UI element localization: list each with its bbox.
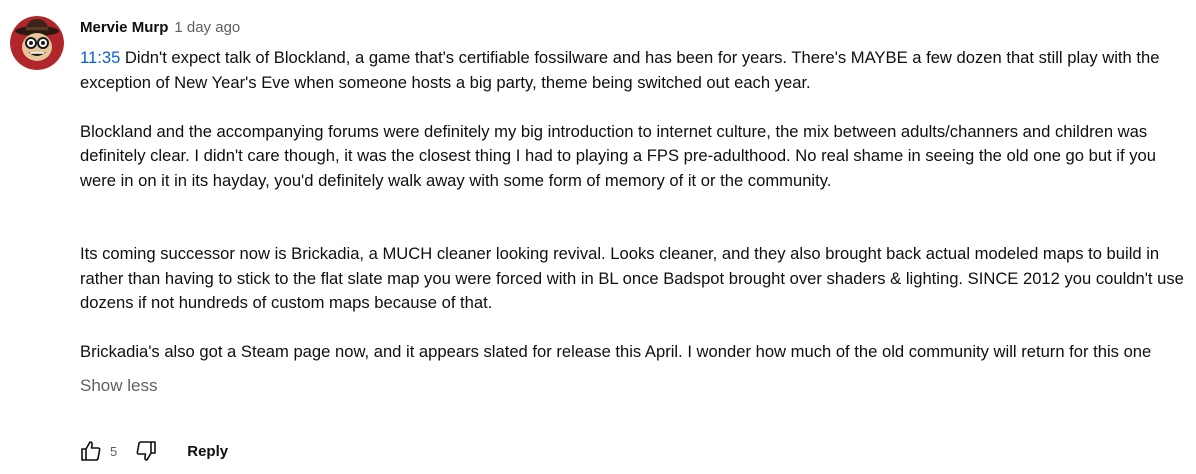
- timestamp-link[interactable]: 11:35: [80, 48, 120, 67]
- comment-header: Mervie Murp 1 day ago: [80, 14, 1190, 40]
- dislike-button[interactable]: [131, 436, 161, 466]
- author-name[interactable]: Mervie Murp: [80, 19, 168, 36]
- published-time[interactable]: 1 day ago: [174, 19, 240, 36]
- comment-paragraph-2: Blockland and the accompanying forums we…: [80, 121, 1156, 190]
- avatar-image: [10, 16, 64, 70]
- paragraph-text: Didn't expect talk of Blockland, a game …: [80, 48, 1160, 92]
- thumbs-down-icon: [136, 441, 157, 461]
- avatar[interactable]: [10, 16, 64, 70]
- thumbs-up-icon: [81, 441, 101, 461]
- comment-paragraph-3: Its coming successor now is Brickadia, a…: [80, 244, 1184, 312]
- comment-body: Mervie Murp 1 day ago 11:35 Didn't expec…: [80, 14, 1190, 396]
- comment-paragraph-1: 11:35 Didn't expect talk of Blockland, a…: [80, 46, 1190, 95]
- like-count: 5: [110, 443, 118, 459]
- like-button[interactable]: [76, 436, 106, 466]
- reply-button[interactable]: Reply: [187, 443, 228, 460]
- show-less-button[interactable]: Show less: [80, 376, 157, 396]
- comment-thread: Mervie Murp 1 day ago 11:35 Didn't expec…: [0, 0, 1196, 474]
- comment-paragraph-4: Brickadia's also got a Steam page now, a…: [80, 342, 1152, 361]
- comment-text: 11:35 Didn't expect talk of Blockland, a…: [80, 46, 1190, 365]
- comment-actions: 5 Reply: [76, 436, 228, 466]
